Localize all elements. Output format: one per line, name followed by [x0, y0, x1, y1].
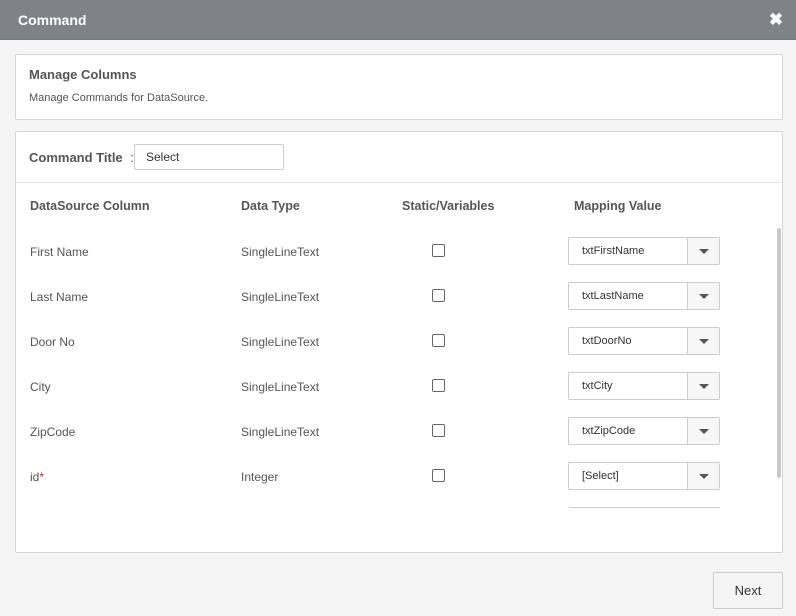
static-checkbox[interactable] [432, 289, 445, 302]
header-datasource-column: DataSource Column [30, 199, 150, 213]
static-checkbox[interactable] [432, 334, 445, 347]
mapping-select[interactable]: txtZipCode [568, 417, 720, 445]
column-name: Door No [30, 335, 75, 349]
column-name: id* [30, 470, 45, 484]
panel-heading: Manage Columns [29, 67, 137, 82]
dropdown-button[interactable] [687, 238, 719, 264]
mapping-select[interactable]: txtFirstName [568, 237, 720, 265]
mapping-select[interactable]: txtLastName [568, 282, 720, 310]
dropdown-button[interactable] [687, 463, 719, 489]
dropdown-button[interactable] [687, 328, 719, 354]
column-name: ZipCode [30, 425, 76, 439]
chevron-down-icon [699, 294, 709, 299]
column-name: Last Name [30, 290, 89, 304]
chevron-down-icon [699, 339, 709, 344]
header-static-variables: Static/Variables [402, 199, 495, 213]
data-type: SingleLineText [241, 290, 320, 304]
divider [16, 182, 782, 183]
static-checkbox[interactable] [432, 244, 445, 257]
mapping-value: txtFirstName [582, 245, 645, 257]
mapping-value: txtCity [582, 380, 613, 392]
mapping-value: txtDoorNo [582, 335, 632, 347]
dialog-titlebar: Command ✖ [0, 0, 796, 40]
panel-description: Manage Commands for DataSource. [29, 92, 209, 104]
column-name: City [30, 380, 51, 394]
data-type: SingleLineText [241, 425, 320, 439]
chevron-down-icon [699, 249, 709, 254]
chevron-down-icon [699, 384, 709, 389]
next-button[interactable]: Next [713, 572, 783, 609]
partial-row-edge [569, 507, 720, 508]
header-mapping-value: Mapping Value [574, 199, 662, 213]
static-checkbox[interactable] [432, 424, 445, 437]
chevron-down-icon [699, 429, 709, 434]
scrollbar[interactable] [777, 228, 781, 478]
dropdown-button[interactable] [687, 283, 719, 309]
mapping-select[interactable]: txtCity [568, 372, 720, 400]
mapping-select[interactable]: txtDoorNo [568, 327, 720, 355]
header-data-type: Data Type [241, 199, 300, 213]
mapping-value: txtZipCode [582, 425, 636, 437]
mapping-select[interactable]: [Select] [568, 462, 720, 490]
mapping-value: txtLastName [582, 290, 644, 302]
data-type: SingleLineText [241, 335, 320, 349]
dropdown-button[interactable] [687, 418, 719, 444]
column-name: First Name [30, 245, 89, 259]
mapping-value: [Select] [582, 470, 619, 482]
data-type: SingleLineText [241, 380, 320, 394]
static-checkbox[interactable] [432, 469, 445, 482]
command-title-label: Command Title : [29, 150, 134, 165]
manage-columns-panel: Manage Columns Manage Commands for DataS… [15, 54, 783, 120]
dialog-title: Command [18, 12, 87, 28]
data-type: Integer [241, 470, 279, 484]
dropdown-button[interactable] [687, 373, 719, 399]
command-title-input[interactable] [134, 144, 284, 170]
close-icon[interactable]: ✖ [768, 10, 784, 30]
static-checkbox[interactable] [432, 379, 445, 392]
command-panel: Command Title : DataSource Column Data T… [15, 131, 783, 553]
data-type: SingleLineText [241, 245, 320, 259]
chevron-down-icon [699, 474, 709, 479]
